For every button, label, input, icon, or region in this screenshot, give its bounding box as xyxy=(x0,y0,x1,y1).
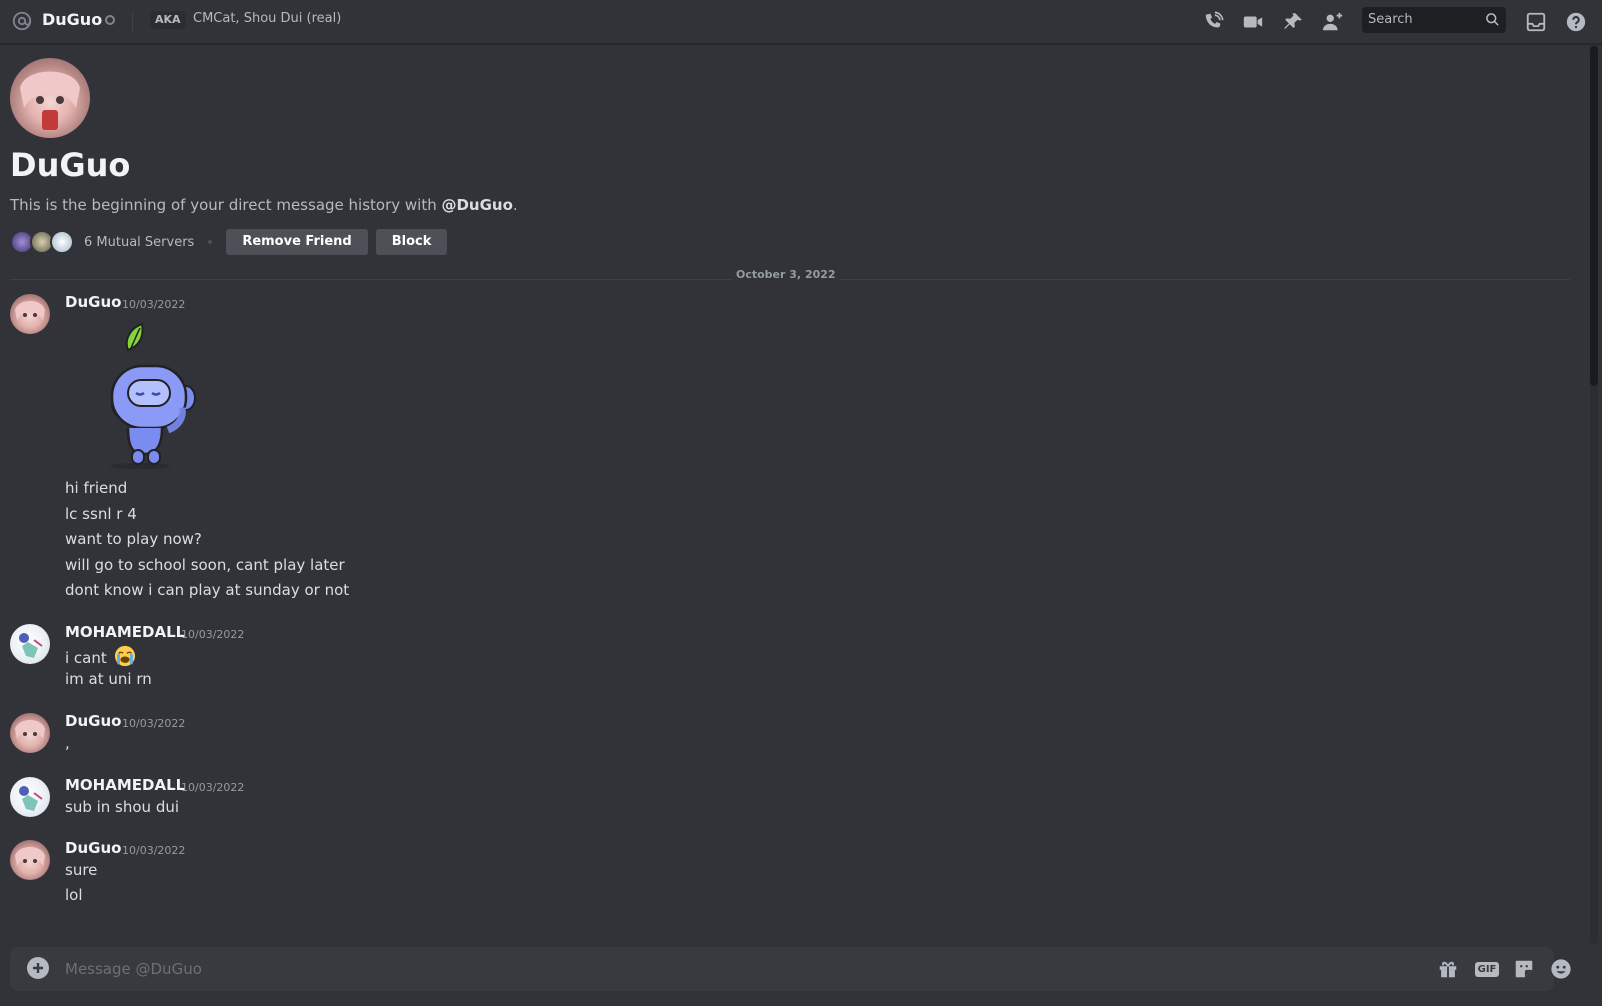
welcome-subtitle-suffix: . xyxy=(512,196,518,214)
message-avatar[interactable] xyxy=(10,840,50,880)
status-offline-icon xyxy=(105,15,115,25)
message-author[interactable]: DuGuo xyxy=(65,839,121,857)
message-text: hi friend xyxy=(65,479,128,497)
message-avatar[interactable] xyxy=(10,777,50,817)
remove-friend-button[interactable]: Remove Friend xyxy=(226,229,368,255)
message-timestamp: 10/03/2022 xyxy=(122,844,186,857)
recipient-profile-avatar[interactable] xyxy=(10,58,90,138)
message-text: lc ssnl r 4 xyxy=(65,505,137,523)
gif-label: GIF xyxy=(1474,961,1500,977)
message-author[interactable]: MOHAMEDALL xyxy=(65,776,185,794)
help-icon[interactable] xyxy=(1563,9,1589,35)
message-avatar[interactable] xyxy=(10,294,50,334)
search-placeholder: Search xyxy=(1368,12,1413,27)
message-text: , xyxy=(65,734,70,752)
message-timestamp: 10/03/2022 xyxy=(122,298,186,311)
gift-icon[interactable] xyxy=(1436,957,1460,981)
block-button[interactable]: Block xyxy=(375,229,448,255)
header-divider xyxy=(132,12,133,32)
inbox-icon[interactable] xyxy=(1523,9,1549,35)
dm-recipient-name[interactable]: DuGuo xyxy=(42,10,102,29)
welcome-subtitle-handle: @DuGuo xyxy=(441,196,513,214)
aka-badge: AKA xyxy=(150,11,186,29)
message-text: want to play now? xyxy=(65,530,202,548)
message-text: dont know i can play at sunday or not xyxy=(65,581,350,599)
attach-plus-icon[interactable] xyxy=(27,957,49,979)
voice-call-icon[interactable] xyxy=(1200,9,1226,35)
search-bar[interactable]: Search xyxy=(1362,7,1506,33)
welcome-subtitle-prefix: This is the beginning of your direct mes… xyxy=(10,196,442,214)
message-timestamp: 10/03/2022 xyxy=(181,628,245,641)
message-timestamp: 10/03/2022 xyxy=(122,717,186,730)
add-friends-to-dm-icon[interactable] xyxy=(1320,9,1346,35)
message-author[interactable]: DuGuo xyxy=(65,293,121,311)
mutual-servers-row: 6 Mutual Servers Remove Friend Block xyxy=(10,228,455,256)
gif-icon[interactable]: GIF xyxy=(1474,957,1500,981)
message-author[interactable]: DuGuo xyxy=(65,712,121,730)
message-text: will go to school soon, cant play later xyxy=(65,556,345,574)
date-divider-label: October 3, 2022 xyxy=(732,268,840,281)
wumpus-leaf-sticker[interactable] xyxy=(72,320,202,470)
mutual-server-icon[interactable] xyxy=(50,230,74,254)
message-text: sure xyxy=(65,861,98,879)
message-author[interactable]: MOHAMEDALL xyxy=(65,623,185,641)
message-avatar[interactable] xyxy=(10,624,50,664)
dm-header: DuGuo AKA CMCat, Shou Dui (real) Search xyxy=(0,0,1602,44)
emoji-icon[interactable] xyxy=(1549,957,1573,981)
message-text: im at uni rn xyxy=(65,670,152,688)
message-text: lol xyxy=(65,886,83,904)
search-icon xyxy=(1485,12,1500,31)
aka-names: CMCat, Shou Dui (real) xyxy=(193,11,342,26)
mutual-servers-link[interactable]: 6 Mutual Servers xyxy=(84,235,194,250)
welcome-subtitle: This is the beginning of your direct mes… xyxy=(10,196,518,214)
pinned-messages-icon[interactable] xyxy=(1280,9,1306,35)
separator-dot xyxy=(208,240,213,244)
message-text: i cant xyxy=(65,645,136,671)
message-text: sub in shou dui xyxy=(65,798,180,816)
message-composer: GIF xyxy=(10,947,1571,991)
message-timestamp: 10/03/2022 xyxy=(181,781,245,794)
video-call-icon[interactable] xyxy=(1240,9,1266,35)
message-text-part: i cant xyxy=(65,649,107,667)
message-avatar[interactable] xyxy=(10,713,50,753)
loudly-crying-face-emoji xyxy=(114,645,136,671)
at-icon xyxy=(11,10,33,32)
scrollbar-thumb[interactable] xyxy=(1590,46,1598,386)
message-input[interactable] xyxy=(65,947,1385,991)
sticker-icon[interactable] xyxy=(1512,957,1536,981)
welcome-title: DuGuo xyxy=(10,146,131,184)
